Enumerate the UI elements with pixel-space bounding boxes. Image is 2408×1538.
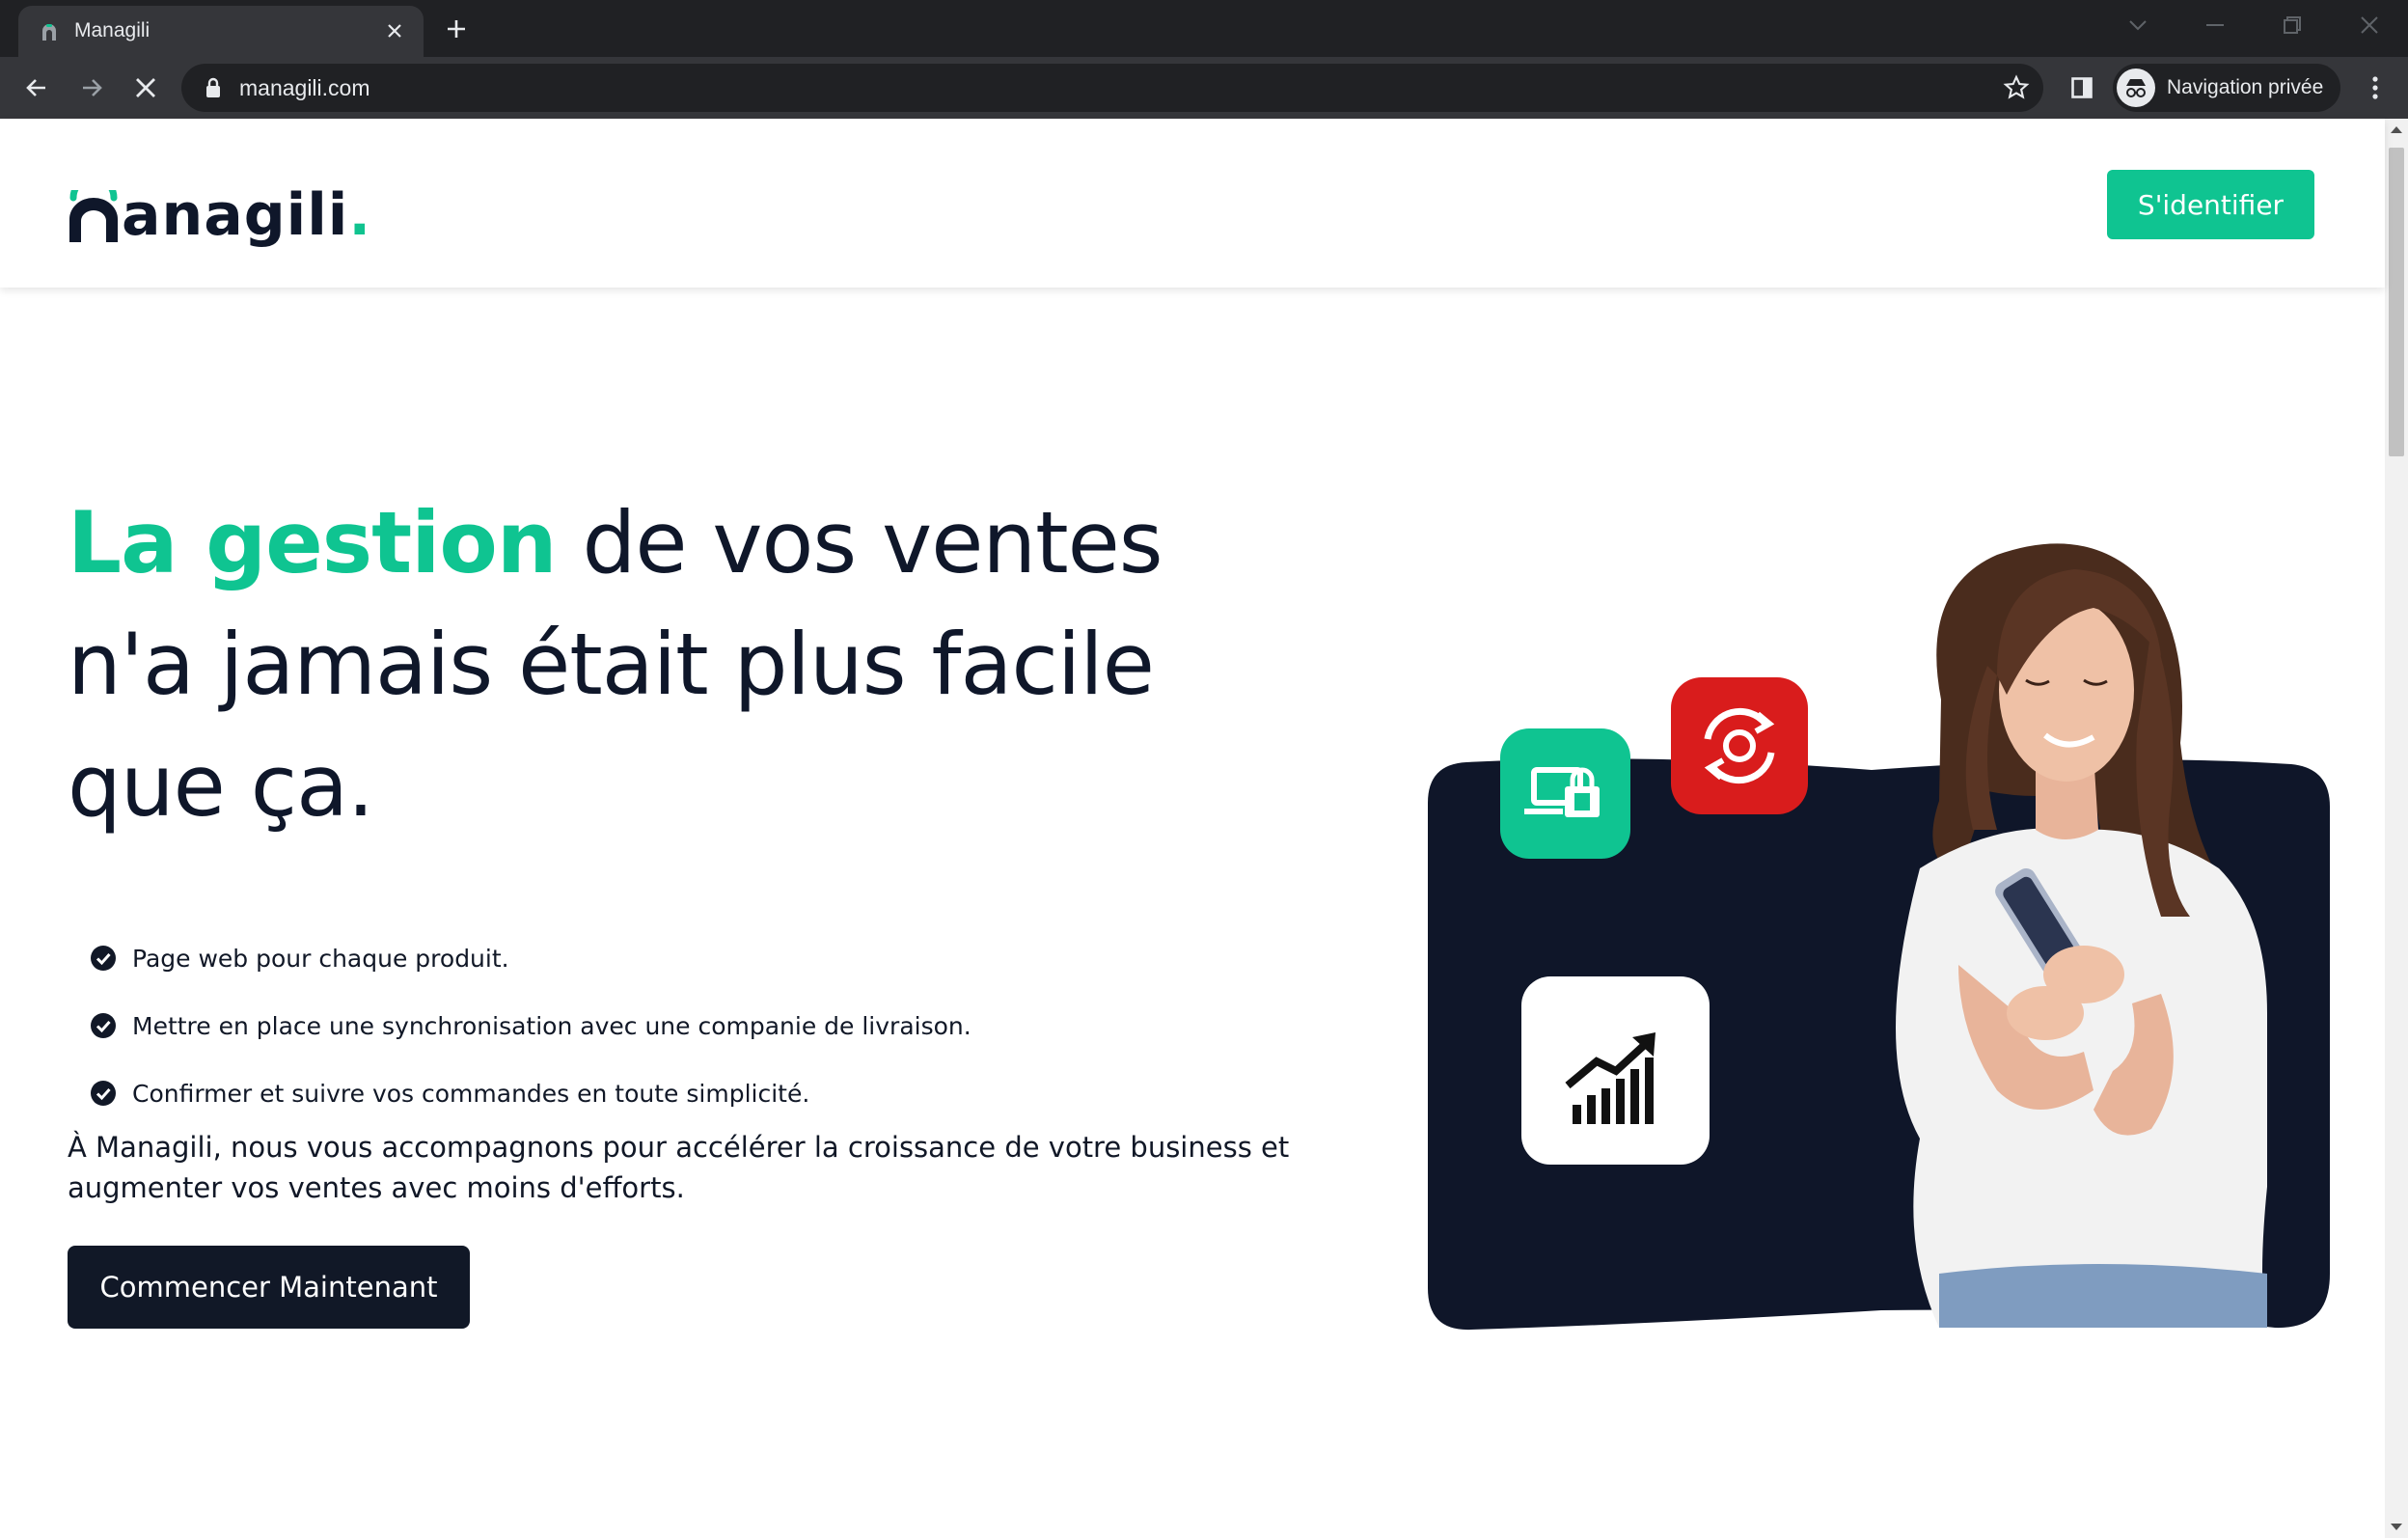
plus-icon[interactable] [439, 12, 474, 46]
sync-tile-icon [1671, 677, 1808, 814]
hero-title-part-3: que ça. [68, 736, 374, 836]
minimize-icon[interactable] [2196, 8, 2234, 42]
incognito-label: Navigation privée [2167, 76, 2324, 98]
check-circle-icon [91, 1013, 116, 1038]
browser-toolbar: managili.com Navigation privée [0, 57, 2408, 119]
page-scrollbar[interactable] [2385, 119, 2408, 1538]
back-icon[interactable] [19, 70, 54, 105]
incognito-icon [2117, 69, 2155, 107]
login-button[interactable]: S'identifier [2107, 170, 2314, 239]
address-bar[interactable]: managili.com [181, 64, 2043, 112]
feature-item: Mettre en place une synchronisation avec… [90, 992, 971, 1059]
logo-m-icon [69, 190, 118, 242]
growth-chart-tile-icon [1521, 976, 1710, 1165]
feature-text: Mettre en place une synchronisation avec… [132, 1011, 971, 1040]
window-close-icon[interactable] [2350, 8, 2389, 42]
feature-item: Confirmer et suivre vos commandes en tou… [90, 1059, 971, 1127]
lock-icon[interactable] [205, 77, 222, 98]
check-circle-icon [91, 1081, 116, 1106]
close-icon[interactable] [379, 15, 410, 46]
feature-list: Page web pour chaque produit. Mettre en … [90, 924, 971, 1127]
ecommerce-tile-icon [1500, 728, 1630, 859]
logo-text: anagili. [122, 181, 372, 249]
stop-icon[interactable] [128, 70, 163, 105]
tab-search-icon[interactable] [2119, 8, 2157, 42]
feature-text: Confirmer et suivre vos commandes en tou… [132, 1079, 810, 1108]
hero-illustration [1428, 543, 2330, 1331]
browser-tab[interactable]: Managili [18, 6, 424, 57]
scroll-down-arrow-icon[interactable] [2391, 1524, 2402, 1530]
more-vert-icon[interactable] [2358, 70, 2393, 105]
url-text[interactable]: managili.com [239, 75, 370, 101]
star-icon[interactable] [2003, 74, 2030, 101]
start-now-button[interactable]: Commencer Maintenant [68, 1246, 470, 1329]
scroll-thumb[interactable] [2389, 148, 2404, 456]
side-panel-icon[interactable] [2065, 70, 2099, 105]
browser-tab-bar: Managili [0, 0, 2408, 57]
feature-text: Page web pour chaque produit. [132, 944, 509, 973]
hero-title: La gestion de vos ventes n'a jamais était… [68, 482, 1322, 847]
scroll-up-arrow-icon[interactable] [2391, 126, 2402, 133]
woman-figure [1896, 543, 2267, 1328]
hero-title-part-2: n'a jamais était plus facile [68, 615, 1155, 714]
managili-logo[interactable]: anagili. [68, 177, 371, 244]
hero-description: À Managili, nous vous accompagnons pour … [68, 1131, 1290, 1204]
feature-item: Page web pour chaque produit. [90, 924, 971, 992]
favicon-icon [42, 24, 56, 41]
tab-title: Managili [74, 19, 150, 41]
hero-title-part-1: de vos ventes [556, 493, 1163, 592]
restore-icon[interactable] [2273, 8, 2312, 42]
check-circle-icon [91, 946, 116, 971]
hero-title-accent: La gestion [68, 493, 557, 592]
forward-icon[interactable] [74, 70, 109, 105]
site-header: anagili. S'identifier [0, 119, 2385, 288]
incognito-profile[interactable]: Navigation privée [2113, 64, 2340, 112]
